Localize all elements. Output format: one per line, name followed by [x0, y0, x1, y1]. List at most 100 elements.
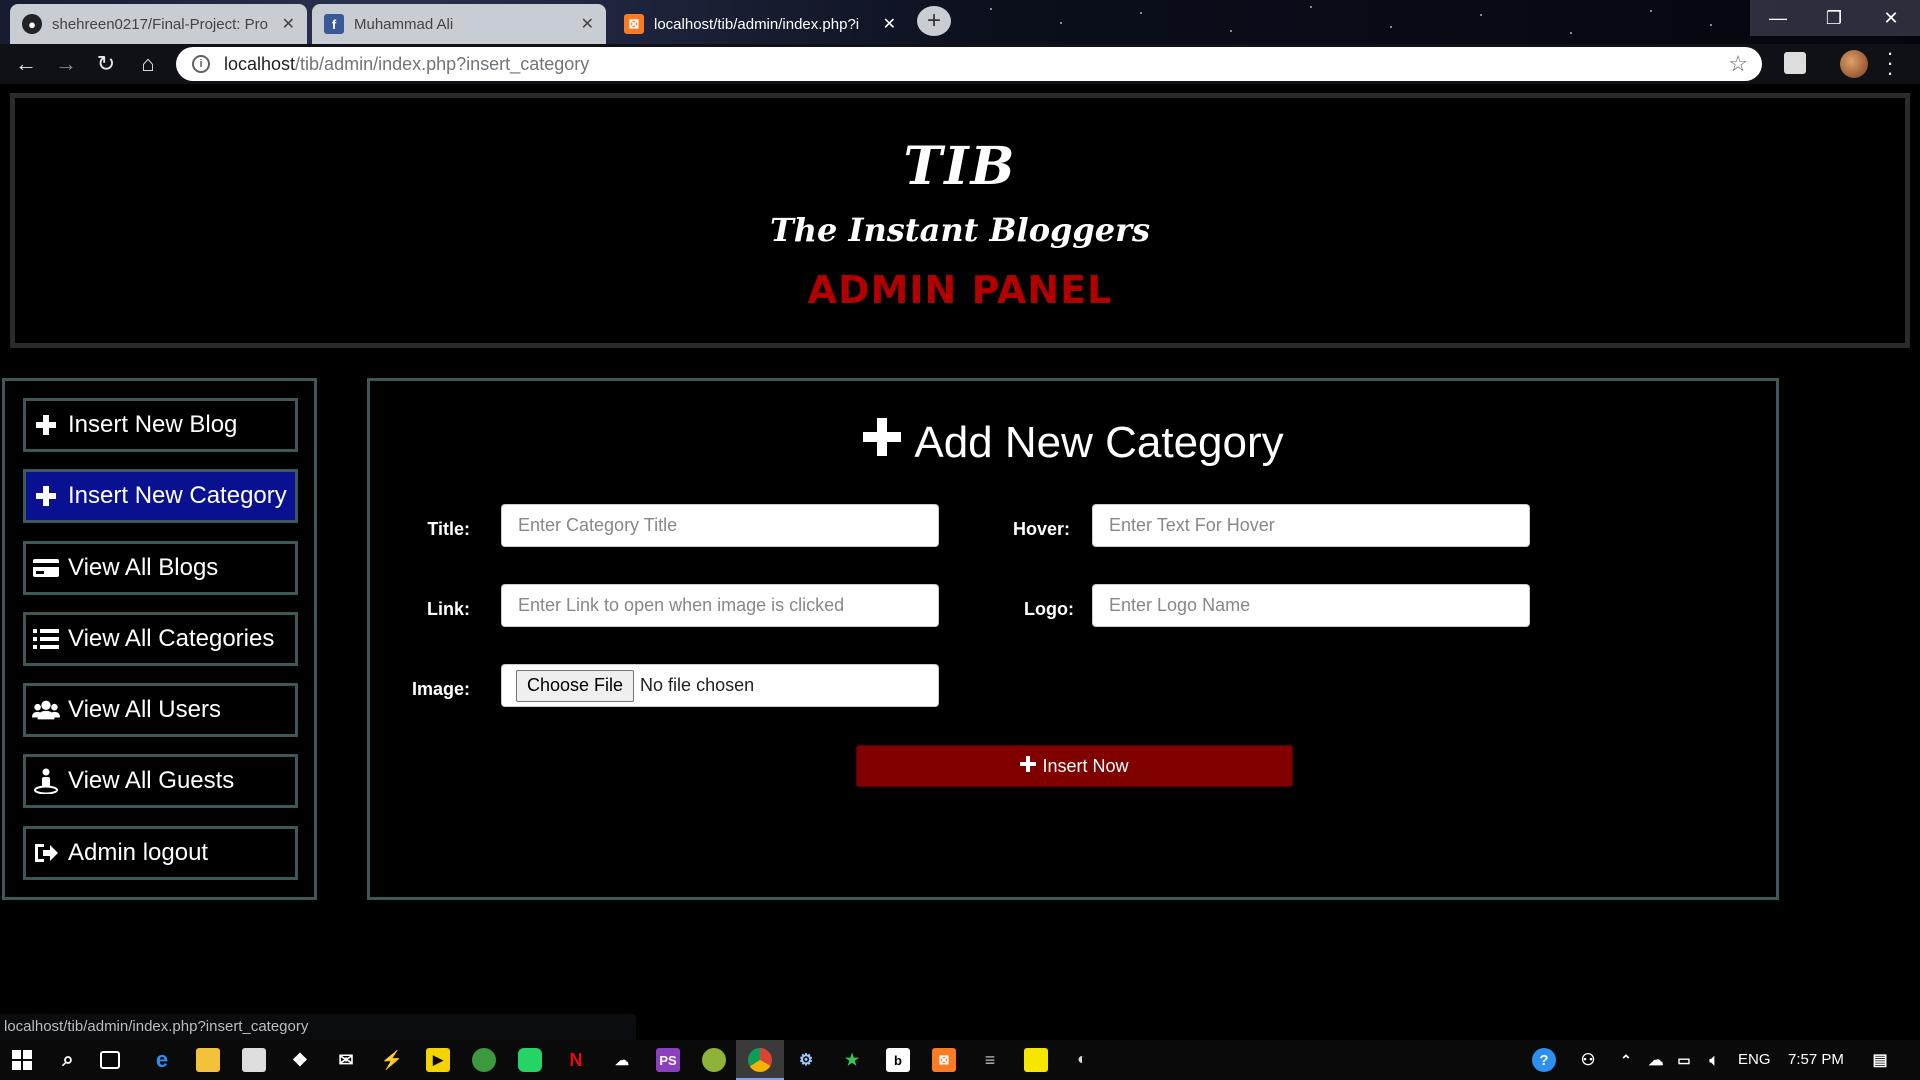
- edge-icon[interactable]: e: [150, 1047, 174, 1072]
- insert-new-blog-button[interactable]: Insert New Blog: [23, 398, 298, 452]
- search-icon[interactable]: ⌕: [56, 1048, 80, 1072]
- browser-toolbar: ← → ↻ ⌂ i localhost/tib/admin/index.php?…: [0, 42, 1920, 84]
- window-close-icon[interactable]: ✕: [1862, 0, 1920, 36]
- category-title-input[interactable]: [501, 504, 939, 547]
- mail-icon[interactable]: ✉: [334, 1048, 358, 1072]
- insert-new-category-button[interactable]: Insert New Category: [23, 469, 298, 523]
- logo-name-input[interactable]: [1092, 584, 1530, 627]
- back-icon[interactable]: ←: [12, 50, 40, 78]
- site-info-icon[interactable]: i: [192, 55, 210, 73]
- database-icon[interactable]: ≡: [978, 1048, 1002, 1072]
- gallery-icon[interactable]: ◐: [1070, 1048, 1094, 1072]
- forward-icon[interactable]: →: [52, 50, 80, 78]
- browser-status-bar: localhost/tib/admin/index.php?insert_cat…: [0, 1014, 636, 1040]
- image-file-input[interactable]: Choose File No file chosen: [501, 664, 939, 707]
- close-icon[interactable]: ✕: [581, 14, 594, 34]
- logo-label: Logo:: [1024, 599, 1074, 619]
- soundcloud-icon[interactable]: ☁: [610, 1048, 634, 1072]
- hover-text-input[interactable]: [1092, 504, 1530, 547]
- background-star: [1650, 10, 1652, 12]
- sidebar-item-label: View All Guests: [68, 767, 235, 794]
- tab-localhost[interactable]: ⊠ localhost/tib/admin/index.php?i ✕: [612, 4, 908, 44]
- close-icon[interactable]: ✕: [883, 14, 896, 34]
- bing-icon[interactable]: b: [886, 1048, 910, 1072]
- code-editor-icon[interactable]: ⚡: [380, 1048, 404, 1072]
- background-star: [1060, 22, 1062, 24]
- tab-title: shehreen0217/Final-Project: Pro: [52, 15, 268, 33]
- plus-icon: [32, 485, 60, 507]
- background-star: [990, 8, 992, 10]
- xampp-icon[interactable]: ⊠: [932, 1048, 956, 1072]
- image-label: Image:: [411, 679, 470, 699]
- form-heading-text: Add New Category: [914, 417, 1284, 467]
- minimize-icon[interactable]: —: [1750, 0, 1806, 36]
- phpstorm-icon[interactable]: PS: [656, 1048, 680, 1072]
- view-all-guests-button[interactable]: View All Guests: [23, 754, 298, 808]
- volume-icon[interactable]: 🔈︎: [1702, 1048, 1726, 1072]
- background-star: [1140, 12, 1142, 14]
- star-app-icon[interactable]: ★: [840, 1048, 864, 1072]
- reload-icon[interactable]: ↻: [92, 50, 120, 78]
- url-path: /tib/admin/index.php?insert_category: [295, 53, 590, 74]
- task-view-icon[interactable]: [100, 1051, 120, 1069]
- choose-file-button[interactable]: Choose File: [516, 669, 635, 702]
- home-icon[interactable]: ⌂: [134, 50, 162, 78]
- url-text: localhost/tib/admin/index.php?insert_cat…: [224, 54, 589, 75]
- users-icon: [32, 699, 60, 721]
- url-host: localhost: [224, 53, 296, 74]
- network-tool-icon[interactable]: ⚙: [794, 1048, 818, 1072]
- sticky-notes-icon[interactable]: [1024, 1048, 1048, 1072]
- onedrive-icon[interactable]: ☁: [1644, 1048, 1668, 1072]
- new-tab-button[interactable]: +: [917, 6, 951, 36]
- tab-facebook[interactable]: f Muhammad Ali ✕: [312, 4, 606, 44]
- site-tagline: The Instant Bloggers: [769, 211, 1151, 249]
- file-explorer-icon[interactable]: [196, 1048, 220, 1072]
- windows-start-icon[interactable]: [10, 1048, 34, 1072]
- tab-title: localhost/tib/admin/index.php?i: [654, 15, 860, 33]
- logout-icon: [32, 842, 60, 864]
- maximize-icon[interactable]: ❐: [1806, 0, 1862, 36]
- tab-github[interactable]: ● shehreen0217/Final-Project: Pro ✕: [10, 4, 307, 44]
- android-studio-icon[interactable]: [702, 1048, 726, 1072]
- bookmark-star-icon[interactable]: ☆: [1728, 51, 1748, 77]
- plus-icon: [32, 414, 60, 436]
- upwork-icon[interactable]: [472, 1048, 496, 1072]
- sidebar-item-label: Insert New Category: [68, 482, 287, 509]
- address-bar[interactable]: i localhost/tib/admin/index.php?insert_c…: [176, 47, 1762, 81]
- chrome-icon[interactable]: [748, 1048, 772, 1072]
- people-icon[interactable]: ⚇: [1576, 1048, 1600, 1072]
- dropbox-icon[interactable]: ❖: [288, 1048, 312, 1072]
- view-all-blogs-button[interactable]: View All Blogs: [23, 541, 298, 595]
- browser-tab-strip: ● shehreen0217/Final-Project: Pro ✕ f Mu…: [0, 0, 1920, 44]
- media-player-icon[interactable]: ▶: [426, 1048, 450, 1072]
- background-star: [1310, 6, 1312, 8]
- xampp-icon: ⊠: [624, 14, 644, 34]
- netflix-icon[interactable]: N: [564, 1048, 588, 1072]
- menu-icon[interactable]: · · ·: [1884, 42, 1896, 84]
- tab-title: Muhammad Ali: [354, 15, 454, 33]
- extension-icon[interactable]: [1784, 52, 1806, 74]
- language-indicator[interactable]: ENG: [1738, 1051, 1771, 1068]
- background-star: [1710, 24, 1712, 26]
- insert-now-button[interactable]: Insert Now: [856, 745, 1293, 787]
- link-label: Link:: [427, 599, 470, 619]
- file-status-text: No file chosen: [640, 675, 755, 695]
- notifications-icon[interactable]: ▤: [1868, 1048, 1892, 1072]
- sidebar-item-label: View All Users: [68, 696, 221, 723]
- form-heading: Add New Category: [370, 417, 1776, 468]
- view-all-users-button[interactable]: View All Users: [23, 683, 298, 737]
- hover-label: Hover:: [1012, 519, 1070, 539]
- chevron-up-icon[interactable]: ⌃: [1614, 1048, 1638, 1072]
- store-icon[interactable]: [242, 1048, 266, 1072]
- title-label: Title:: [427, 519, 470, 539]
- clock[interactable]: 7:57 PM: [1788, 1051, 1844, 1068]
- close-icon[interactable]: ✕: [282, 14, 295, 34]
- link-input[interactable]: [501, 584, 939, 627]
- sidebar-item-label: View All Categories: [68, 625, 275, 652]
- profile-avatar[interactable]: [1840, 50, 1868, 78]
- whatsapp-icon[interactable]: [518, 1048, 542, 1072]
- battery-icon[interactable]: ▭: [1672, 1048, 1696, 1072]
- admin-logout-button[interactable]: Admin logout: [23, 826, 298, 880]
- view-all-categories-button[interactable]: View All Categories: [23, 612, 298, 666]
- help-icon[interactable]: ?: [1532, 1048, 1556, 1072]
